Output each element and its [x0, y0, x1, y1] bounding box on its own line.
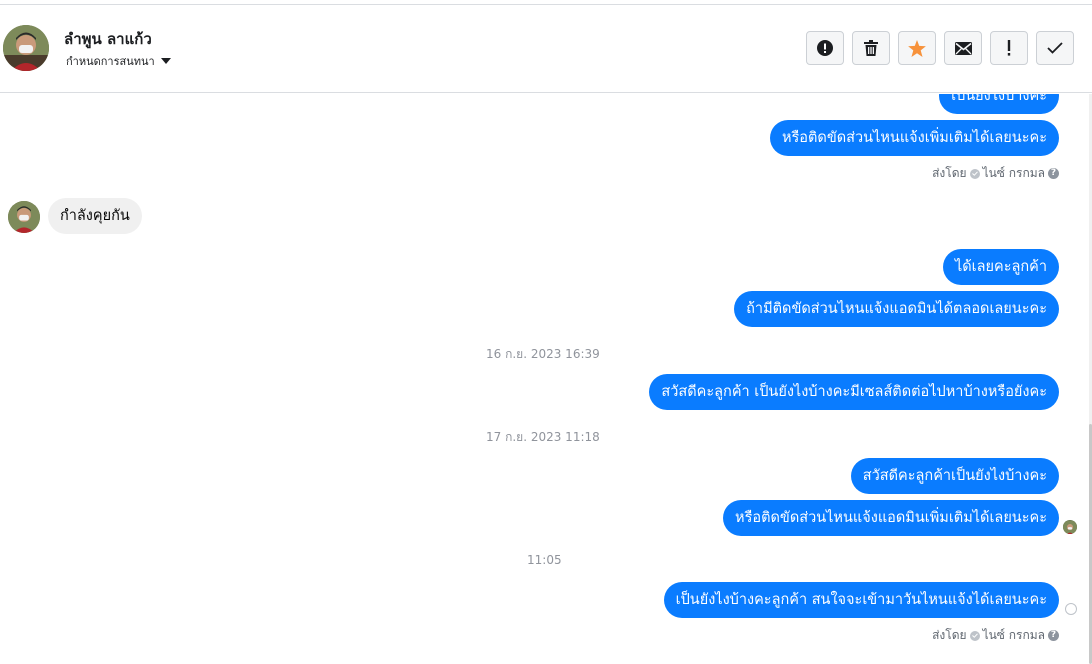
verified-check-icon — [969, 168, 980, 179]
message-outgoing: สวัสดีคะลูกค้า เป็นยังไงบ้างคะมีเซลส์ติด… — [649, 374, 1059, 410]
spam-button[interactable] — [806, 31, 844, 65]
help-icon[interactable]: ? — [1048, 168, 1059, 179]
timestamp: 16 ก.ย. 2023 16:39 — [486, 347, 600, 361]
message-outgoing: สวัสดีคะลูกค้าเป็นยังไงบ้างคะ — [850, 458, 1059, 494]
star-button[interactable] — [898, 31, 936, 65]
delivered-icon — [1065, 603, 1077, 615]
sender-name: ไนซ์ กรกมล — [982, 628, 1045, 642]
message-incoming: กำลังคุยกัน — [48, 198, 142, 234]
toolbar — [806, 31, 1074, 65]
envelope-icon — [954, 41, 972, 55]
sent-by-prefix: ส่งโดย — [932, 628, 967, 642]
help-icon[interactable]: ? — [1048, 630, 1059, 641]
contact-avatar[interactable] — [8, 201, 40, 233]
seen-avatar — [1063, 520, 1077, 534]
timestamp: 17 ก.ย. 2023 11:18 — [486, 430, 600, 444]
mark-unread-button[interactable] — [944, 31, 982, 65]
message-outgoing: เป็นยังไงบ้างคะลูกค้า สนใจจะเข้ามาวันไหน… — [663, 582, 1059, 618]
timestamp: 11:05 — [527, 553, 562, 567]
message-outgoing: เป็นยังไงบ้างคะ — [939, 94, 1059, 114]
sent-by-label: ส่งโดย ไนซ์ กรกมล ? — [932, 164, 1059, 183]
sent-by-label: ส่งโดย ไนซ์ กรกมล ? — [932, 626, 1059, 645]
conversation-header: ลำพูน ลาแก้ว กำหนดการสนทนา — [0, 4, 1092, 93]
alert-circle-icon — [817, 40, 833, 56]
conversation-options-label: กำหนดการสนทนา — [66, 55, 155, 68]
message-outgoing: หรือติดขัดส่วนไหนแจ้งเพิ่มเติมได้เลยนะคะ — [769, 120, 1059, 156]
star-icon — [908, 39, 926, 57]
trash-icon — [864, 40, 878, 56]
sent-by-prefix: ส่งโดย — [932, 166, 967, 180]
important-button[interactable] — [990, 31, 1028, 65]
contact-avatar[interactable] — [3, 25, 49, 71]
conversation-options-dropdown[interactable]: กำหนดการสนทนา — [66, 52, 171, 70]
message-outgoing: ถ้ามีติดขัดส่วนไหนแจ้งแอดมินได้ตลอดเลยนะ… — [734, 291, 1059, 327]
sender-name: ไนซ์ กรกมล — [982, 166, 1045, 180]
message-outgoing: ได้เลยคะลูกค้า — [942, 249, 1059, 285]
check-icon — [1047, 42, 1063, 54]
delete-button[interactable] — [852, 31, 890, 65]
exclamation-icon — [1007, 40, 1011, 56]
caret-down-icon — [160, 58, 171, 64]
contact-name[interactable]: ลำพูน ลาแก้ว — [64, 27, 152, 51]
message-outgoing: หรือติดขัดส่วนไหนแจ้งแอดมินเพิ่มเติมได้เ… — [723, 500, 1059, 536]
message-thread[interactable]: เป็นยังไงบ้างคะ หรือติดขัดส่วนไหนแจ้งเพิ… — [0, 94, 1092, 658]
verified-check-icon — [969, 630, 980, 641]
done-button[interactable] — [1036, 31, 1074, 65]
